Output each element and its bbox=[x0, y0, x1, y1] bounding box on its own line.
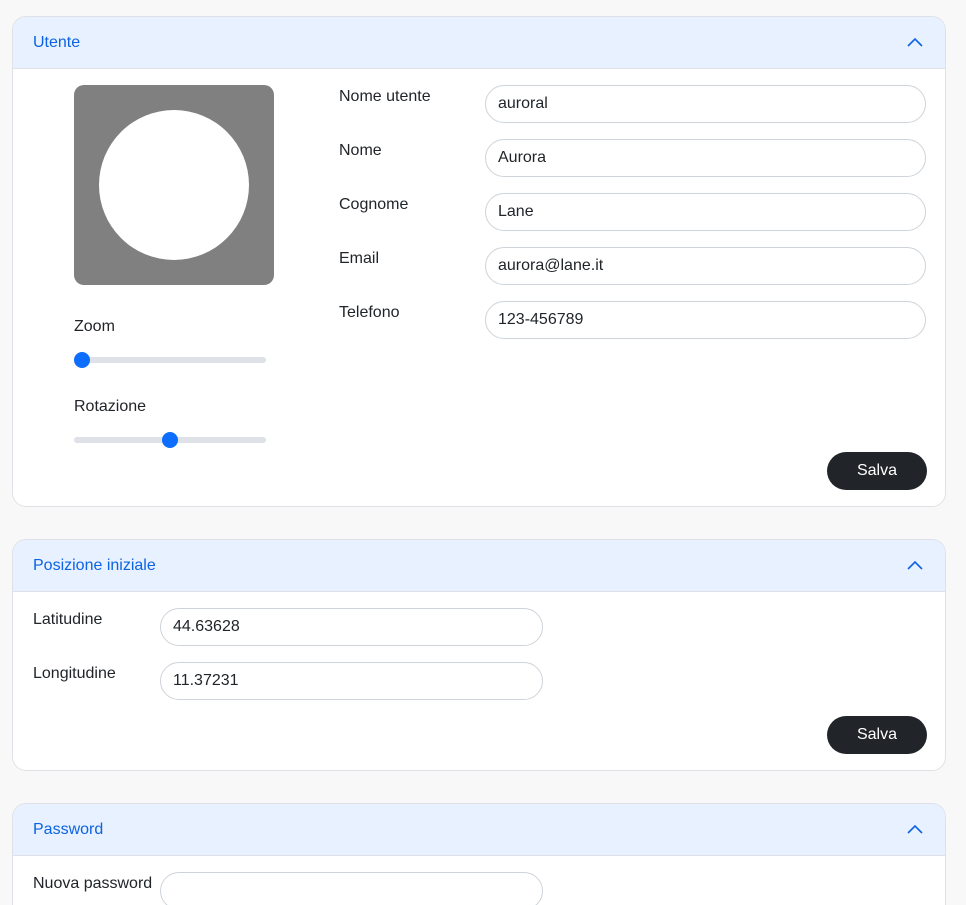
avatar-crop-circle[interactable] bbox=[99, 110, 249, 260]
latitude-input[interactable] bbox=[160, 608, 543, 646]
new-password-label: Nuova password bbox=[33, 875, 153, 892]
user-card: Utente Zoom Rotazione Nome utente Nome bbox=[12, 16, 946, 507]
user-card-header[interactable]: Utente bbox=[13, 17, 945, 69]
phone-input[interactable] bbox=[485, 301, 926, 339]
position-card-title: Posizione iniziale bbox=[33, 556, 156, 574]
user-card-title: Utente bbox=[33, 33, 81, 51]
email-label: Email bbox=[339, 250, 380, 267]
zoom-slider-track[interactable] bbox=[74, 357, 266, 363]
rotation-slider[interactable] bbox=[74, 432, 266, 448]
email-input[interactable] bbox=[485, 247, 926, 285]
password-card: Password Nuova password bbox=[12, 803, 946, 905]
avatar-crop-area[interactable] bbox=[74, 85, 274, 285]
position-card: Posizione iniziale Latitudine Longitudin… bbox=[12, 539, 946, 771]
first-name-label: Nome bbox=[339, 142, 382, 159]
username-label: Nome utente bbox=[339, 88, 431, 105]
password-card-title: Password bbox=[33, 820, 104, 838]
longitude-label: Longitudine bbox=[33, 665, 116, 682]
save-position-button[interactable]: Salva bbox=[827, 716, 927, 754]
chevron-up-icon[interactable] bbox=[905, 820, 925, 840]
latitude-label: Latitudine bbox=[33, 611, 103, 628]
phone-label: Telefono bbox=[339, 304, 400, 321]
position-card-body: Latitudine Longitudine Salva bbox=[13, 592, 945, 770]
last-name-label: Cognome bbox=[339, 196, 409, 213]
username-input[interactable] bbox=[485, 85, 926, 123]
chevron-up-icon[interactable] bbox=[905, 33, 925, 53]
new-password-input[interactable] bbox=[160, 872, 543, 905]
last-name-input[interactable] bbox=[485, 193, 926, 231]
position-card-header[interactable]: Posizione iniziale bbox=[13, 540, 945, 592]
profile-settings-page: Utente Zoom Rotazione Nome utente Nome bbox=[0, 0, 966, 905]
zoom-label: Zoom bbox=[74, 318, 115, 335]
password-card-body: Nuova password bbox=[13, 856, 945, 905]
zoom-slider-thumb[interactable] bbox=[74, 352, 90, 368]
save-user-button[interactable]: Salva bbox=[827, 452, 927, 490]
password-card-header[interactable]: Password bbox=[13, 804, 945, 856]
chevron-up-icon[interactable] bbox=[905, 556, 925, 576]
first-name-input[interactable] bbox=[485, 139, 926, 177]
rotation-label: Rotazione bbox=[74, 398, 147, 415]
user-card-body: Zoom Rotazione Nome utente Nome Cognome … bbox=[13, 69, 945, 506]
rotation-slider-thumb[interactable] bbox=[162, 432, 178, 448]
longitude-input[interactable] bbox=[160, 662, 543, 700]
zoom-slider[interactable] bbox=[74, 352, 266, 368]
